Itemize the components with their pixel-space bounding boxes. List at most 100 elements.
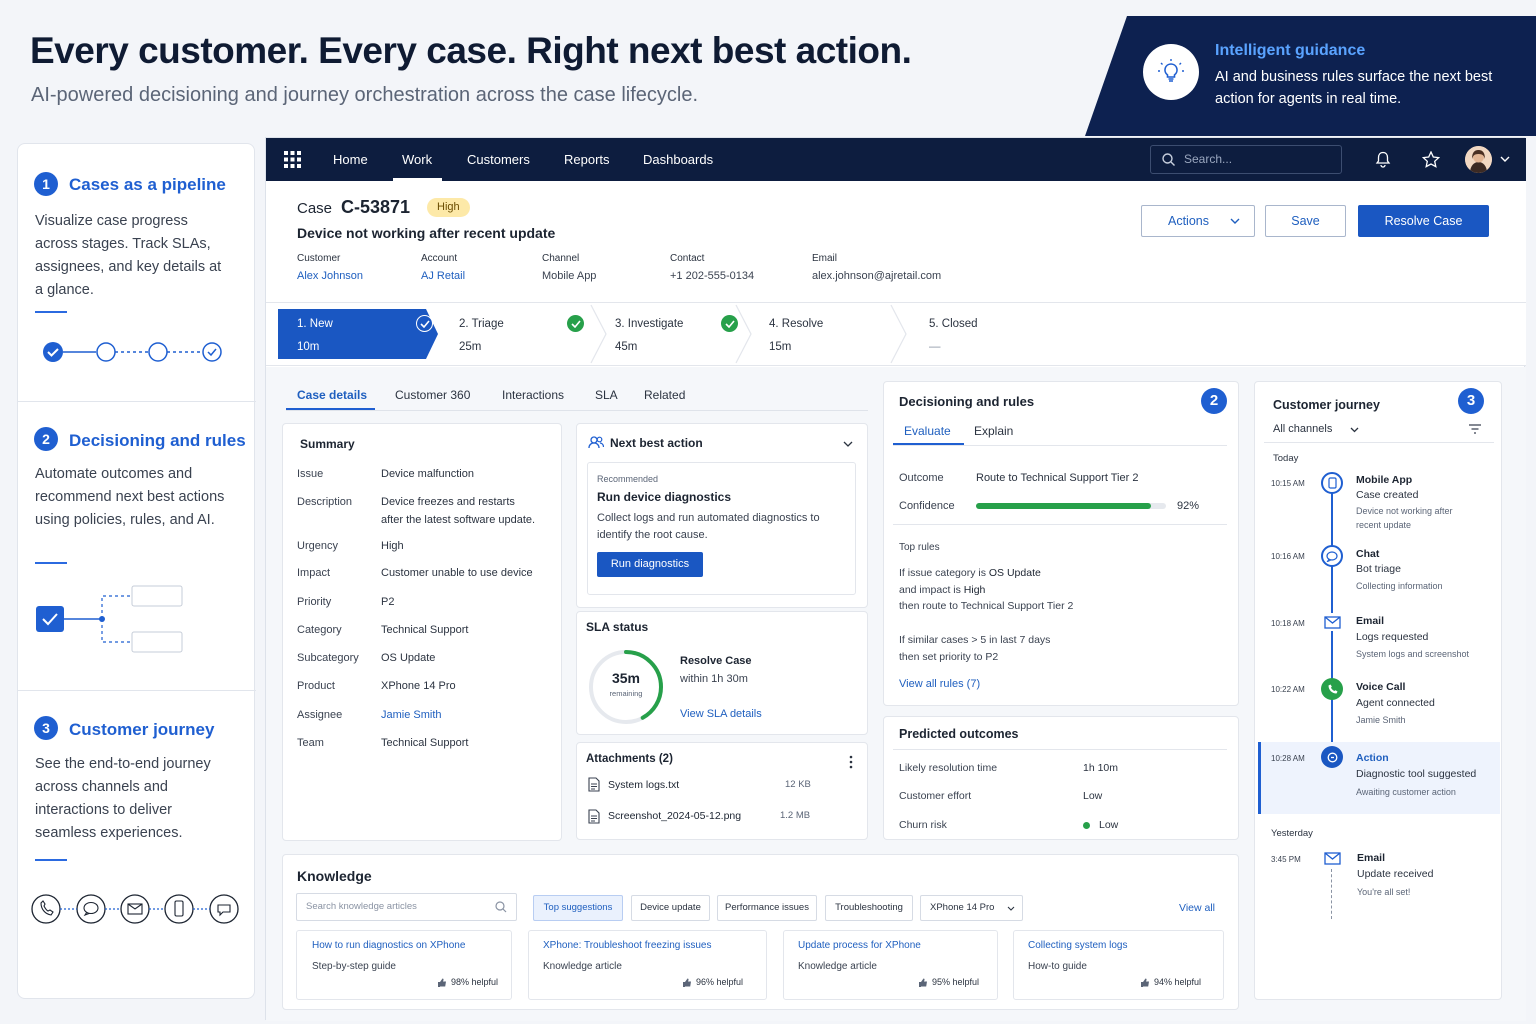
article-type: How-to guide <box>1028 961 1087 972</box>
avatar[interactable] <box>1465 146 1492 173</box>
attachments-card: Attachments (2) System logs.txt 12 KB Sc… <box>576 742 868 840</box>
more-options-icon[interactable] <box>849 755 853 769</box>
stage-investigate-name[interactable]: 3. Investigate <box>615 318 683 330</box>
tab-customer-360[interactable]: Customer 360 <box>395 388 470 402</box>
case-id: C-53871 <box>341 197 411 217</box>
rule-2: If similar cases > 5 in last 7 days then… <box>899 632 1050 665</box>
knowledge-article[interactable]: XPhone: Troubleshoot freezing issues Kno… <box>528 930 767 1000</box>
article-title[interactable]: XPhone: Troubleshoot freezing issues <box>543 940 711 951</box>
stage-resolve-name[interactable]: 4. Resolve <box>769 318 823 330</box>
summary-value: XPhone 14 Pro <box>381 680 456 692</box>
view-all-rules-link[interactable]: View all rules (7) <box>899 678 980 690</box>
article-helpful: 95% helpful <box>932 977 980 987</box>
attachment-size: 12 KB <box>785 779 811 790</box>
star-icon[interactable] <box>1422 151 1440 168</box>
next-best-action-card: Next best action Recommended Run device … <box>576 423 868 608</box>
today-label: Today <box>1273 453 1299 464</box>
nav-reports[interactable]: Reports <box>564 138 610 181</box>
view-sla-details-link[interactable]: View SLA details <box>680 708 762 720</box>
chip-top-suggestions[interactable]: Top suggestions <box>533 895 623 921</box>
article-title[interactable]: Update process for XPhone <box>798 940 921 951</box>
assignee-link[interactable]: Jamie Smith <box>381 709 442 721</box>
predicted-label: Churn risk <box>899 819 947 831</box>
decisioning-title: Decisioning and rules <box>899 394 1035 409</box>
recommended-action-description: Collect logs and run automated diagnosti… <box>597 512 820 541</box>
channel-value: Mobile App <box>542 270 597 282</box>
event-channel[interactable]: Action <box>1356 752 1389 764</box>
stage-closed-name[interactable]: 5. Closed <box>929 318 978 330</box>
summary-title: Summary <box>300 437 355 451</box>
guidance-text: AI and business rules surface the next b… <box>1215 69 1493 107</box>
chevron-down-icon[interactable] <box>1350 427 1359 433</box>
summary-value: Technical Support <box>381 624 469 636</box>
summary-value: after the latest software update. <box>381 514 536 526</box>
divider <box>893 749 1227 750</box>
chip-product-select[interactable]: XPhone 14 Pro <box>920 895 1023 921</box>
article-helpful: 94% helpful <box>1154 977 1202 987</box>
event-channel[interactable]: Email <box>1357 852 1385 864</box>
global-search-input[interactable]: Search... <box>1150 145 1342 174</box>
knowledge-article[interactable]: How to run diagnostics on XPhone Step-by… <box>296 930 512 1000</box>
chevron-down-icon[interactable] <box>843 441 853 448</box>
feature-number: 1 <box>34 172 58 196</box>
chip-performance-issues[interactable]: Performance issues <box>717 895 817 921</box>
channel-filter[interactable]: All channels <box>1273 423 1332 435</box>
rule-text: then route to Technical Support Tier 2 <box>899 600 1074 612</box>
stage-new-name[interactable]: 1. New <box>297 318 333 330</box>
save-button[interactable]: Save <box>1265 205 1346 237</box>
chip-device-update[interactable]: Device update <box>631 895 710 921</box>
event-time: 10:18 AM <box>1271 619 1305 628</box>
event-channel[interactable]: Email <box>1356 615 1384 627</box>
summary-card: Summary Issue Device malfunction Descrip… <box>282 423 562 841</box>
chevron-down-icon[interactable] <box>1500 156 1510 163</box>
top-rules-label: Top rules <box>899 542 940 553</box>
stage-triage-time: 25m <box>459 341 482 353</box>
app-launcher-icon[interactable] <box>284 151 301 168</box>
email-label: Email <box>812 253 838 264</box>
nav-customers[interactable]: Customers <box>467 138 530 181</box>
chevron-down-icon <box>1230 218 1240 224</box>
summary-value: Technical Support <box>381 737 469 749</box>
filter-icon[interactable] <box>1468 423 1482 435</box>
attachment-name[interactable]: Screenshot_2024-05-12.png <box>608 810 741 822</box>
contact-label: Contact <box>670 253 705 264</box>
chip-troubleshooting[interactable]: Troubleshooting <box>825 895 913 921</box>
feature-rule <box>35 311 67 313</box>
file-icon <box>588 777 600 792</box>
stage-triage-name[interactable]: 2. Triage <box>459 318 504 330</box>
rule-text: If issue category is <box>899 567 989 579</box>
tab-interactions[interactable]: Interactions <box>502 388 564 402</box>
run-diagnostics-button[interactable]: Run diagnostics <box>597 552 703 577</box>
rule-value: OS Update <box>988 567 1041 579</box>
tab-explain[interactable]: Explain <box>974 424 1013 438</box>
nav-work[interactable]: Work <box>402 138 432 181</box>
knowledge-article[interactable]: Collecting system logs How-to guide 94% … <box>1013 930 1224 1000</box>
event-channel[interactable]: Voice Call <box>1356 681 1405 693</box>
knowledge-article[interactable]: Update process for XPhone Knowledge arti… <box>783 930 998 1000</box>
event-channel[interactable]: Chat <box>1356 548 1379 560</box>
event-channel[interactable]: Mobile App <box>1356 474 1412 486</box>
action-icon <box>1321 746 1343 768</box>
article-title[interactable]: How to run diagnostics on XPhone <box>312 940 465 951</box>
attachment-name[interactable]: System logs.txt <box>608 779 679 791</box>
nav-dashboards[interactable]: Dashboards <box>643 138 713 181</box>
nav-home[interactable]: Home <box>333 138 368 181</box>
knowledge-search-input[interactable]: Search knowledge articles <box>296 893 517 921</box>
tab-related[interactable]: Related <box>644 388 685 402</box>
summary-value: High <box>381 540 404 552</box>
tab-sla[interactable]: SLA <box>595 388 618 402</box>
account-link[interactable]: AJ Retail <box>421 270 465 282</box>
summary-label: Product <box>297 680 335 692</box>
recommendation-box: Recommended Run device diagnostics Colle… <box>587 462 856 595</box>
actions-button[interactable]: Actions <box>1141 205 1255 237</box>
resolve-case-button[interactable]: Resolve Case <box>1358 205 1489 237</box>
knowledge-view-all-link[interactable]: View all <box>1179 902 1215 914</box>
article-title[interactable]: Collecting system logs <box>1028 940 1127 951</box>
email-icon <box>1320 613 1344 631</box>
tab-case-details[interactable]: Case details <box>297 388 367 402</box>
outcome-label: Outcome <box>899 472 944 484</box>
tab-evaluate[interactable]: Evaluate <box>904 424 951 438</box>
customer-link[interactable]: Alex Johnson <box>297 270 363 282</box>
knowledge-title: Knowledge <box>297 868 372 884</box>
bell-icon[interactable] <box>1375 151 1391 168</box>
